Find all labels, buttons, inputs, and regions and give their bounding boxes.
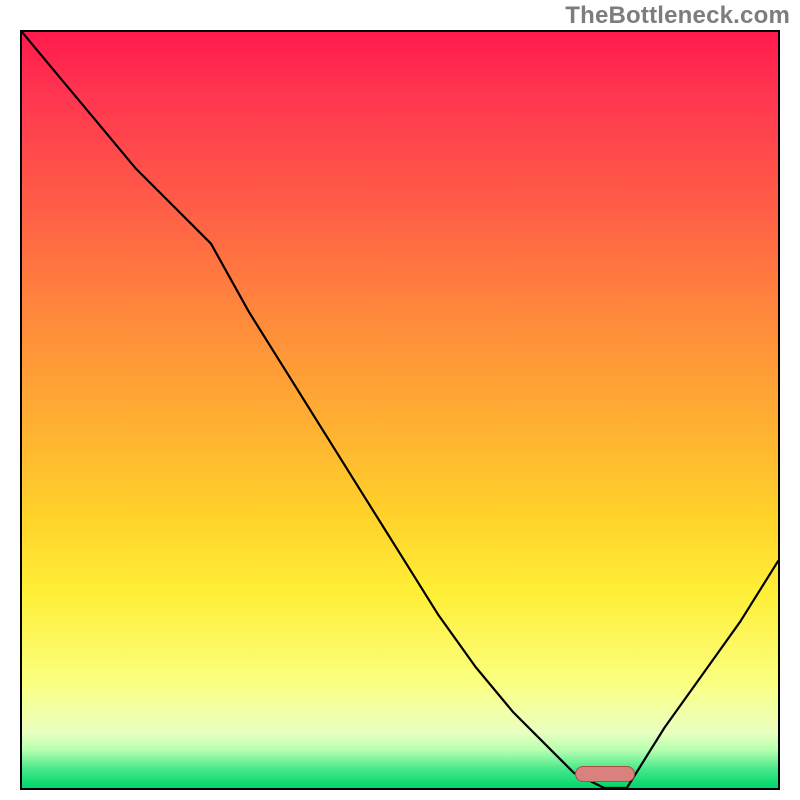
plot-border <box>20 30 780 790</box>
recommended-range-marker <box>575 766 635 782</box>
chart-container: TheBottleneck.com <box>0 0 800 800</box>
watermark-text: TheBottleneck.com <box>565 2 790 30</box>
plot-area <box>20 30 780 790</box>
